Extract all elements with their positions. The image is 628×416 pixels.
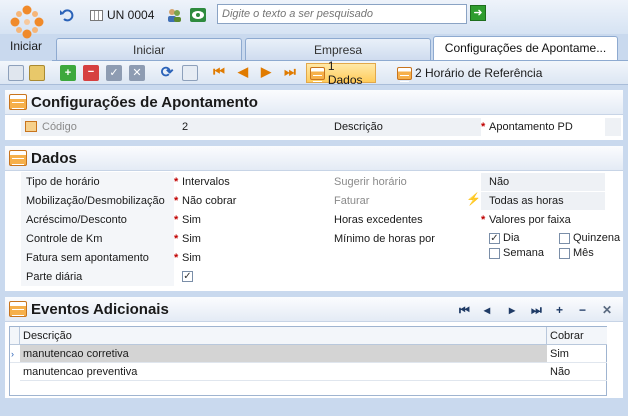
tipo-horario-label: Tipo de horário	[26, 176, 100, 188]
descricao-label: Descrição	[334, 121, 383, 133]
grid-close-icon[interactable]: ✕	[602, 303, 612, 317]
lock-icon[interactable]	[29, 65, 45, 81]
previous-record-icon[interactable]: ◀	[236, 64, 250, 80]
search-go-button[interactable]: ➜	[470, 5, 486, 21]
search-input[interactable]	[217, 4, 467, 24]
col-cobrar-header[interactable]: Cobrar	[547, 327, 607, 345]
undo-button[interactable]	[56, 4, 78, 26]
acrescimo-label: Acréscimo/Desconto	[26, 214, 127, 226]
row-indicator-header	[10, 327, 20, 345]
eventos-panel-title: Eventos Adicionais	[31, 300, 169, 318]
calendar-icon	[9, 150, 27, 166]
codigo-value: 2	[182, 121, 189, 133]
checkbox-icon	[559, 247, 570, 259]
checkmark-icon: ✓	[182, 270, 193, 282]
checkbox-icon	[489, 247, 500, 259]
grid-previous-icon[interactable]: ◂	[484, 303, 490, 317]
faturar-label: Faturar	[334, 195, 370, 207]
next-record-icon[interactable]: ▶	[259, 64, 273, 80]
status-area	[0, 398, 628, 416]
calendar-icon	[397, 66, 412, 82]
horario-section-button[interactable]: 2 Horário de Referência	[397, 63, 542, 83]
faturar-field[interactable]: Todas as horas	[481, 192, 605, 210]
option-quinzena[interactable]: Quinzena	[559, 232, 620, 244]
arrow-right-icon: ➜	[473, 7, 483, 19]
app-logo-icon[interactable]	[8, 4, 46, 40]
remove-icon[interactable]: −	[83, 65, 99, 81]
calendar-icon	[9, 94, 27, 110]
horas-excedentes-label: Horas excedentes	[334, 214, 423, 226]
refresh-icon[interactable]: ⟳	[159, 65, 175, 81]
grid-remove-icon[interactable]: −	[579, 303, 586, 317]
last-record-icon[interactable]: ⏭	[283, 64, 297, 80]
option-quinzena-label: Quinzena	[573, 232, 621, 244]
eye-icon	[190, 8, 206, 22]
first-record-icon[interactable]: ⏮	[212, 64, 226, 80]
mobilizacao-label: Mobilização/Desmobilização	[26, 195, 165, 207]
undo-icon	[60, 9, 74, 22]
grid-next-icon[interactable]: ▸	[509, 303, 515, 317]
minimo-horas-label: Mínimo de horas por	[334, 233, 435, 245]
descricao-field[interactable]: Apontamento PD	[481, 118, 605, 136]
lightning-icon: ⚡	[466, 192, 481, 206]
confirm-icon[interactable]: ✓	[106, 65, 122, 81]
view-button[interactable]	[188, 4, 208, 26]
grid-first-icon[interactable]: ⏮	[459, 303, 470, 318]
horas-excedentes-field[interactable]: Valores por faixa	[481, 211, 605, 229]
option-semana-label: Semana	[503, 247, 544, 259]
controle-km-label: Controle de Km	[26, 233, 103, 245]
search-record-icon[interactable]	[182, 65, 198, 81]
tab-empresa[interactable]: Empresa	[245, 38, 431, 60]
table-row-cobrar[interactable]: Não	[547, 363, 607, 381]
calendar-icon	[9, 301, 27, 317]
key-icon	[25, 121, 37, 132]
users-icon	[168, 9, 181, 22]
fatura-label: Fatura sem apontamento	[26, 252, 149, 264]
acrescimo-field[interactable]: Sim	[174, 211, 314, 229]
parte-diaria-checkbox[interactable]: ✓	[182, 270, 196, 282]
row-pointer-icon: ›	[10, 345, 20, 363]
grid-last-icon[interactable]: ⏭	[531, 303, 542, 318]
tab-configuracoes[interactable]: Configurações de Apontame...	[433, 36, 618, 60]
tipo-horario-field[interactable]: Intervalos	[174, 173, 314, 191]
controle-km-field[interactable]: Sim	[174, 230, 314, 248]
grid-icon	[90, 9, 103, 21]
add-icon[interactable]: +	[60, 65, 76, 81]
calendar-icon	[310, 66, 325, 82]
col-descricao-header[interactable]: Descrição	[20, 327, 547, 345]
horario-section-label: 2 Horário de Referência	[415, 66, 543, 80]
codigo-label: Código	[42, 121, 77, 133]
option-semana[interactable]: Semana	[489, 247, 544, 259]
sugerir-field[interactable]: Não	[481, 173, 605, 191]
dados-panel-title: Dados	[31, 149, 77, 167]
dados-panel-header: Dados	[5, 146, 623, 171]
table-row-descricao[interactable]: manutencao corretiva	[20, 345, 547, 363]
dados-section-button[interactable]: 1 Dados	[306, 59, 376, 87]
tab-iniciar[interactable]: Iniciar	[56, 38, 242, 60]
parte-diaria-label: Parte diária	[26, 271, 83, 283]
mobilizacao-field[interactable]: Não cobrar	[174, 192, 314, 210]
option-dia[interactable]: ✓ Dia	[489, 232, 520, 244]
table-row-descricao[interactable]: manutencao preventiva	[20, 363, 547, 381]
new-record-icon[interactable]	[8, 65, 24, 81]
option-dia-label: Dia	[503, 232, 520, 244]
dados-section-label: 1 Dados	[327, 59, 363, 87]
config-panel-header: Configurações de Apontamento	[5, 90, 623, 115]
checkmark-icon: ✓	[489, 232, 500, 244]
business-unit-selector[interactable]: UN 0004	[86, 4, 158, 26]
users-button[interactable]	[164, 4, 184, 26]
option-mes[interactable]: Mês	[559, 247, 594, 259]
checkbox-icon	[559, 232, 570, 244]
cancel-icon[interactable]: ✕	[129, 65, 145, 81]
eventos-grid: Descrição Cobrar › manutencao corretiva …	[9, 326, 607, 396]
option-mes-label: Mês	[573, 247, 594, 259]
fatura-field[interactable]: Sim	[174, 249, 314, 267]
config-panel-title: Configurações de Apontamento	[31, 93, 258, 111]
sugerir-label: Sugerir horário	[334, 176, 407, 188]
business-unit-code: UN 0004	[107, 8, 155, 22]
start-menu-label[interactable]: Iniciar	[0, 39, 52, 53]
grid-add-icon[interactable]: +	[556, 303, 563, 317]
table-row-cobrar[interactable]: Sim	[547, 345, 607, 363]
